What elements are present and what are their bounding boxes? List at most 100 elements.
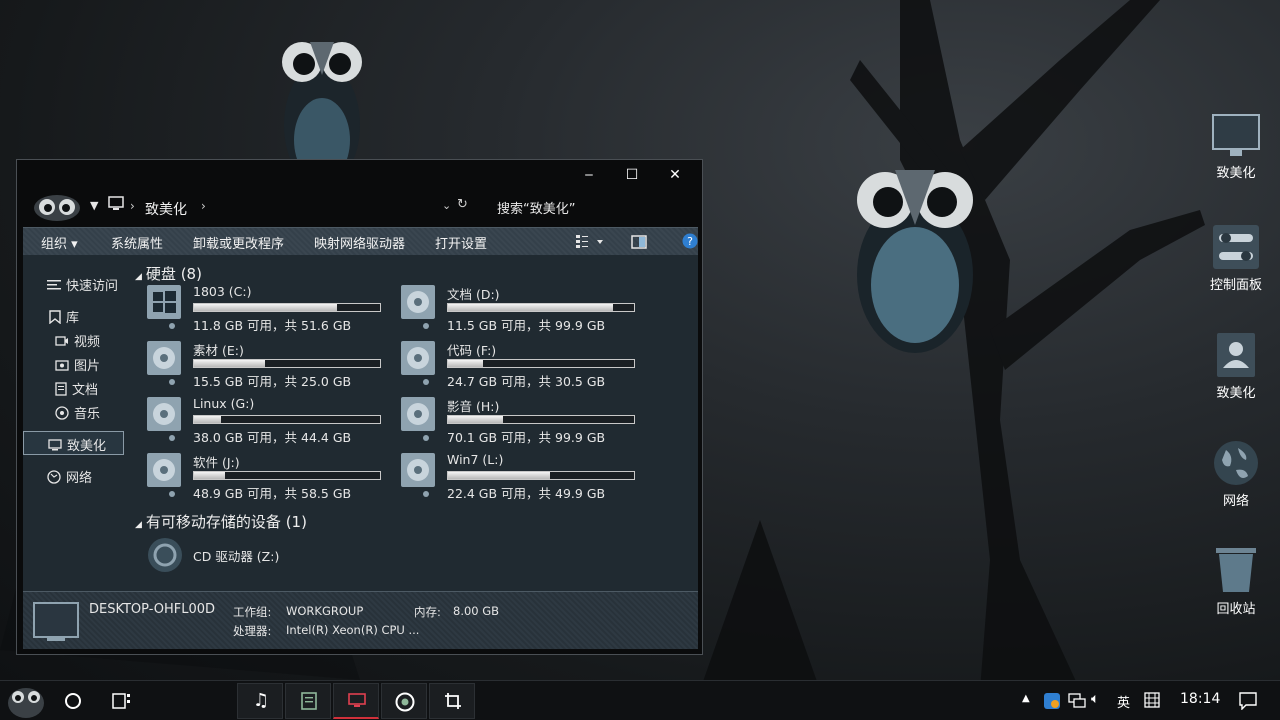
- user-folder-icon: [1217, 333, 1255, 377]
- open-settings-button[interactable]: 打开设置: [435, 233, 487, 252]
- map-drive-button[interactable]: 映射网络驱动器: [314, 233, 405, 252]
- desktop-icon-user[interactable]: 致美化: [1201, 332, 1271, 401]
- help-icon[interactable]: ?: [682, 233, 698, 249]
- drive-free-space: 70.1 GB 可用，共 99.9 GB: [447, 430, 606, 445]
- disk-drive-icon: [401, 397, 435, 431]
- refresh-icon[interactable]: ↻: [457, 197, 468, 212]
- drive-status-dot: [423, 323, 429, 329]
- start-owl-icon[interactable]: [6, 683, 46, 719]
- drive-usage-bar: [193, 359, 381, 368]
- drive-status-dot: [169, 435, 175, 441]
- drive-item[interactable]: 影音 (H:) 70.1 GB 可用，共 99.9 GB: [401, 397, 651, 447]
- disk-drive-icon: [147, 397, 181, 431]
- cd-drive-item[interactable]: CD 驱动器 (Z:): [147, 537, 347, 577]
- drive-item[interactable]: 素材 (E:) 15.5 GB 可用，共 25.0 GB: [147, 341, 397, 391]
- drive-usage-fill: [194, 360, 265, 367]
- control-panel-icon: [1213, 225, 1259, 269]
- maximize-button[interactable]: ☐: [614, 164, 650, 186]
- nav-label: 致美化: [67, 439, 107, 454]
- nav-quick-access[interactable]: 快速访问: [47, 275, 118, 295]
- drive-usage-fill: [448, 416, 504, 423]
- network-globe-icon: [1214, 441, 1258, 485]
- desktop-icon-label: 网络: [1222, 494, 1249, 509]
- preview-pane-icon[interactable]: [631, 235, 647, 249]
- breadcrumb-separator[interactable]: ›: [201, 199, 206, 213]
- drive-usage-fill: [194, 472, 225, 479]
- desktop-icon-control-panel[interactable]: 控制面板: [1201, 224, 1271, 293]
- drive-item[interactable]: Win7 (L:) 22.4 GB 可用，共 49.9 GB: [401, 452, 651, 503]
- taskbar-app-notebook[interactable]: [285, 683, 331, 719]
- computer-large-icon: [33, 602, 79, 641]
- minimize-button[interactable]: ‒: [571, 164, 607, 186]
- network-tray-icon[interactable]: [1068, 693, 1086, 709]
- notebook-icon: [301, 692, 317, 710]
- desktop-icon-label: 致美化: [1216, 386, 1256, 401]
- history-dropdown-icon[interactable]: ▼: [90, 199, 98, 212]
- nav-music[interactable]: 音乐: [55, 403, 100, 424]
- address-dropdown-icon[interactable]: ⌄: [442, 199, 451, 212]
- nav-videos[interactable]: 视频: [55, 331, 100, 351]
- title-bar[interactable]: ‒ ☐ ✕: [17, 160, 702, 190]
- nav-documents[interactable]: 文档: [55, 379, 98, 400]
- taskbar-app-browser[interactable]: [381, 683, 427, 719]
- group-removable[interactable]: ◢ 有可移动存储的设备 (1): [135, 511, 307, 532]
- drive-name: Linux (G:): [193, 396, 255, 411]
- ime-indicator[interactable]: 英: [1117, 692, 1130, 711]
- taskbar-app-music[interactable]: ♫: [237, 683, 283, 719]
- chrome-icon: [395, 692, 415, 712]
- drive-name: Win7 (L:): [447, 452, 504, 467]
- drive-usage-bar: [447, 359, 635, 368]
- drive-item[interactable]: 软件 (J:) 48.9 GB 可用，共 58.5 GB: [147, 453, 397, 503]
- drive-free-space: 11.5 GB 可用，共 99.9 GB: [447, 318, 606, 333]
- drive-item[interactable]: 文档 (D:) 11.5 GB 可用，共 99.9 GB: [401, 285, 651, 335]
- keyboard-grid-icon[interactable]: [1144, 692, 1160, 708]
- nav-this-pc[interactable]: 致美化: [23, 431, 124, 455]
- desktop-icon-network[interactable]: 网络: [1201, 440, 1271, 509]
- close-button[interactable]: ✕: [657, 164, 693, 186]
- tray-expand-icon[interactable]: ▲: [1022, 693, 1030, 704]
- search-circle-icon[interactable]: [64, 692, 82, 710]
- drive-item[interactable]: 1803 (C:) 11.8 GB 可用，共 51.6 GB: [147, 284, 397, 335]
- nav-network[interactable]: 网络: [47, 467, 92, 488]
- collapse-icon[interactable]: ◢: [135, 272, 142, 282]
- nav-pictures[interactable]: 图片: [55, 355, 100, 375]
- drive-free-space: 24.7 GB 可用，共 30.5 GB: [447, 374, 606, 389]
- workgroup-value: WORKGROUP: [286, 604, 364, 618]
- drive-usage-bar: [193, 303, 381, 312]
- taskbar-app-explorer[interactable]: [333, 683, 379, 719]
- security-shield-icon[interactable]: [1043, 692, 1061, 710]
- volume-icon[interactable]: 🔈︎: [1091, 691, 1099, 707]
- this-pc-icon: [108, 196, 124, 210]
- bookmark-icon: [49, 309, 61, 328]
- nav-label: 视频: [74, 335, 101, 350]
- uninstall-button[interactable]: 卸载或更改程序: [193, 233, 284, 252]
- drive-name: 素材 (E:): [193, 343, 244, 358]
- details-pane: DESKTOP-OHFL00D 工作组: WORKGROUP 内存: 8.00 …: [23, 591, 698, 649]
- drive-name: 代码 (F:): [447, 343, 497, 358]
- drive-status-dot: [169, 379, 175, 385]
- nav-library[interactable]: 库: [49, 307, 79, 328]
- drive-item[interactable]: 代码 (F:) 24.7 GB 可用，共 30.5 GB: [401, 341, 651, 391]
- computer-icon: [1212, 114, 1260, 156]
- drive-status-dot: [423, 491, 429, 497]
- view-options-icon[interactable]: [575, 234, 605, 250]
- breadcrumb-current[interactable]: 致美化: [145, 199, 187, 219]
- desktop-icon-computer[interactable]: 致美化: [1201, 114, 1271, 181]
- drive-item[interactable]: Linux (G:) 38.0 GB 可用，共 44.4 GB: [147, 396, 397, 447]
- organize-menu[interactable]: 组织 ▾: [41, 233, 78, 252]
- clock[interactable]: 18:14: [1180, 691, 1220, 707]
- collapse-icon[interactable]: ◢: [135, 520, 142, 530]
- search-input[interactable]: 搜索“致美化”: [497, 198, 575, 217]
- task-view-icon[interactable]: [112, 692, 132, 710]
- system-properties-button[interactable]: 系统属性: [111, 233, 163, 252]
- notification-icon[interactable]: [1239, 692, 1257, 710]
- taskbar-app-crop[interactable]: [429, 683, 475, 719]
- this-pc-icon: [348, 693, 366, 707]
- quick-access-icon: [47, 279, 61, 295]
- desktop-icon-recycle-bin[interactable]: 回收站: [1201, 546, 1271, 617]
- drive-name: 影音 (H:): [447, 399, 500, 414]
- nav-label: 网络: [66, 471, 93, 486]
- group-hard-disks[interactable]: ◢ 硬盘 (8): [135, 263, 202, 284]
- computer-icon: [48, 438, 62, 455]
- address-bar: ▼ › 致美化 › ⌄ ↻ 搜索“致美化”: [17, 190, 702, 226]
